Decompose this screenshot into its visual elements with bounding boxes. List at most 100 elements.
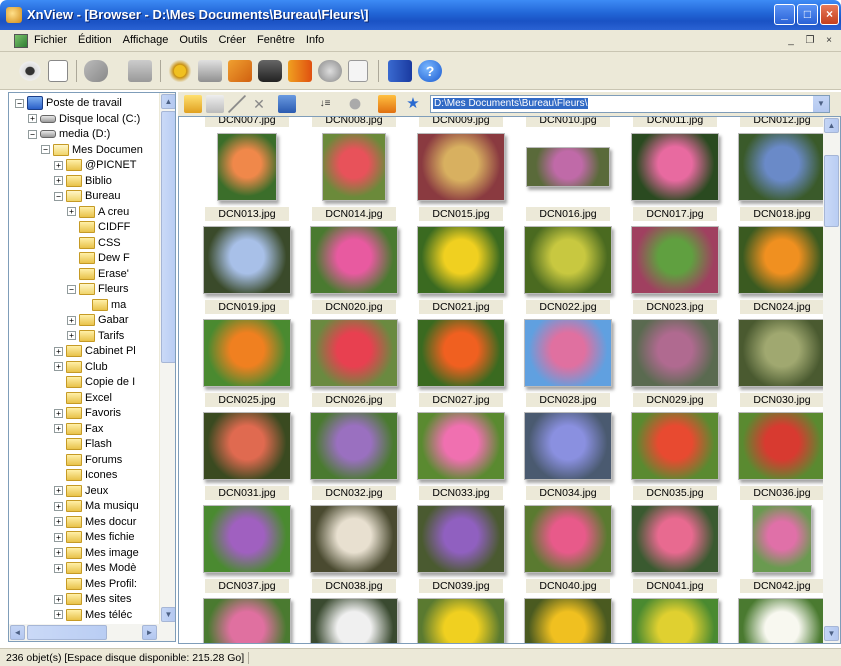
thumbnail-item[interactable]: DCN021.jpg (411, 222, 511, 316)
thumbnail-item[interactable]: DCN026.jpg (304, 315, 404, 409)
thumbnail-item[interactable]: DCN016.jpg (518, 129, 618, 223)
book-icon[interactable] (388, 60, 412, 82)
mdi-close-button[interactable]: × (821, 33, 837, 48)
flower-thumbnail-image[interactable] (524, 319, 612, 387)
tree-item[interactable]: + Mes fichie (54, 529, 135, 545)
flower-thumbnail-image[interactable] (310, 505, 398, 573)
folder-tree[interactable]: − Poste de travail + Disque local (C:) − medi… (8, 92, 176, 642)
tree-item[interactable]: + Favoris (54, 405, 121, 421)
tree-horizontal-scrollbar[interactable]: ◄ ► (9, 624, 175, 641)
flower-thumbnail-image[interactable] (631, 412, 719, 480)
collapse-icon[interactable]: − (54, 191, 63, 201)
flower-thumbnail-image[interactable] (310, 319, 398, 387)
thumbnail-item[interactable]: DCN040.jpg (518, 501, 618, 595)
filter-icon[interactable] (346, 95, 364, 113)
flower-thumbnail-image[interactable] (322, 133, 386, 201)
collapse-icon[interactable]: − (28, 129, 37, 139)
document-menu-icon[interactable] (14, 34, 28, 48)
flower-thumbnail-image[interactable] (738, 319, 826, 387)
expand-icon[interactable]: + (54, 424, 63, 433)
flower-thumbnail-image[interactable] (310, 412, 398, 480)
flower-thumbnail-image[interactable] (752, 505, 812, 573)
thumbnail-item[interactable]: DCN033.jpg (411, 408, 511, 502)
tree-item[interactable]: + Mes téléc (54, 607, 132, 623)
thumbnail-item[interactable] (625, 594, 725, 643)
tree-item[interactable]: Erase' (67, 266, 129, 282)
thumbnail-item[interactable]: DCN013.jpg (197, 129, 297, 223)
tree-item[interactable]: Copie de I (54, 374, 135, 390)
thumbnail-vertical-scrollbar[interactable]: ▲ ▼ (823, 117, 840, 643)
tree-item[interactable]: − media (D:) (28, 126, 110, 142)
thumbnail-item[interactable]: DCN028.jpg (518, 315, 618, 409)
scroll-right-arrow-icon[interactable]: ► (142, 625, 157, 640)
tree-item[interactable]: + Mes Modè (54, 560, 136, 576)
flower-thumbnail-image[interactable] (203, 319, 291, 387)
expand-icon[interactable]: + (67, 331, 76, 340)
expand-icon[interactable]: + (54, 486, 63, 495)
thumbnail-item[interactable] (732, 594, 832, 643)
flower-thumbnail-image[interactable] (526, 147, 610, 187)
flower-thumbnail-image[interactable] (631, 319, 719, 387)
tree-item[interactable]: Mes Profil: (54, 576, 137, 592)
thumbnail-item[interactable] (518, 594, 618, 643)
flower-thumbnail-image[interactable] (738, 133, 826, 201)
tree-vertical-scrollbar[interactable]: ▲ ▼ (159, 93, 175, 624)
help-icon[interactable]: ? (418, 60, 442, 82)
thumbnail-item[interactable]: DCN041.jpg (625, 501, 725, 595)
thumbnail-item[interactable]: DCN015.jpg (411, 129, 511, 223)
tree-item[interactable]: − Poste de travail (15, 95, 122, 111)
flower-thumbnail-image[interactable] (417, 319, 505, 387)
thumbnail-item[interactable] (304, 594, 404, 643)
sort-icon[interactable]: ↓≡ (316, 95, 334, 113)
mdi-restore-button[interactable]: ❐ (802, 33, 818, 48)
expand-icon[interactable]: + (54, 594, 63, 604)
flower-thumbnail-image[interactable] (203, 505, 291, 573)
tree-item[interactable]: + Mes sites (54, 591, 131, 607)
thumbnail-item[interactable]: DCN014.jpg (304, 129, 404, 223)
thumbnail-item[interactable]: DCN023.jpg (625, 222, 725, 316)
tree-item[interactable]: + Tarifs (67, 328, 124, 344)
thumbnail-item[interactable]: DCN027.jpg (411, 315, 511, 409)
favorites-add-icon[interactable] (378, 95, 396, 113)
close-button[interactable]: × (820, 4, 839, 25)
expand-icon[interactable]: + (54, 563, 63, 573)
tree-item[interactable]: ma (80, 297, 126, 313)
expand-icon[interactable]: + (54, 408, 63, 418)
tree-item[interactable]: + Club (54, 359, 108, 375)
flower-thumbnail-image[interactable] (631, 505, 719, 573)
tree-item[interactable]: Flash (54, 436, 112, 452)
flower-thumbnail-image[interactable] (203, 598, 291, 643)
thumbnail-item[interactable]: DCN025.jpg (197, 315, 297, 409)
expand-icon[interactable]: + (54, 176, 63, 185)
collapse-icon[interactable]: − (15, 98, 24, 108)
tree-item[interactable]: + Mes docur (54, 514, 136, 530)
thumbnail-grid[interactable]: DCN007.jpg DCN008.jpg DCN009.jpg DCN010.jpg… (178, 116, 841, 644)
expand-icon[interactable]: + (54, 517, 63, 526)
tree-item[interactable]: Dew F (67, 250, 130, 266)
tree-item[interactable]: + @PICNET (54, 157, 137, 173)
flower-thumbnail-image[interactable] (524, 598, 612, 643)
tree-item[interactable]: + Cabinet Pl (54, 343, 136, 359)
flower-thumbnail-image[interactable] (310, 226, 398, 294)
favorites-icon[interactable]: ★ (404, 95, 422, 113)
mdi-minimize-button[interactable]: _ (783, 33, 799, 48)
minimize-button[interactable]: _ (774, 4, 795, 25)
expand-icon[interactable]: + (54, 346, 63, 356)
flower-thumbnail-image[interactable] (203, 226, 291, 294)
tree-item[interactable]: + Disque local (C:) (28, 111, 140, 127)
eye-icon[interactable] (18, 60, 42, 82)
thumbnail-item[interactable] (411, 594, 511, 643)
thumbnail-item[interactable]: DCN036.jpg (732, 408, 832, 502)
page-icon[interactable] (48, 60, 68, 82)
tree-item[interactable]: CSS (67, 235, 121, 251)
thumbnail-item[interactable]: DCN042.jpg (732, 501, 832, 595)
document-icon[interactable] (348, 60, 368, 82)
flower-thumbnail-image[interactable] (417, 226, 505, 294)
hand-icon[interactable] (84, 60, 108, 82)
thumbnail-item[interactable]: DCN038.jpg (304, 501, 404, 595)
globe-icon[interactable] (318, 60, 342, 82)
thumbnail-item[interactable]: DCN020.jpg (304, 222, 404, 316)
view-mode-icon[interactable] (278, 95, 296, 113)
flower-thumbnail-image[interactable] (524, 412, 612, 480)
flower-thumbnail-image[interactable] (417, 505, 505, 573)
